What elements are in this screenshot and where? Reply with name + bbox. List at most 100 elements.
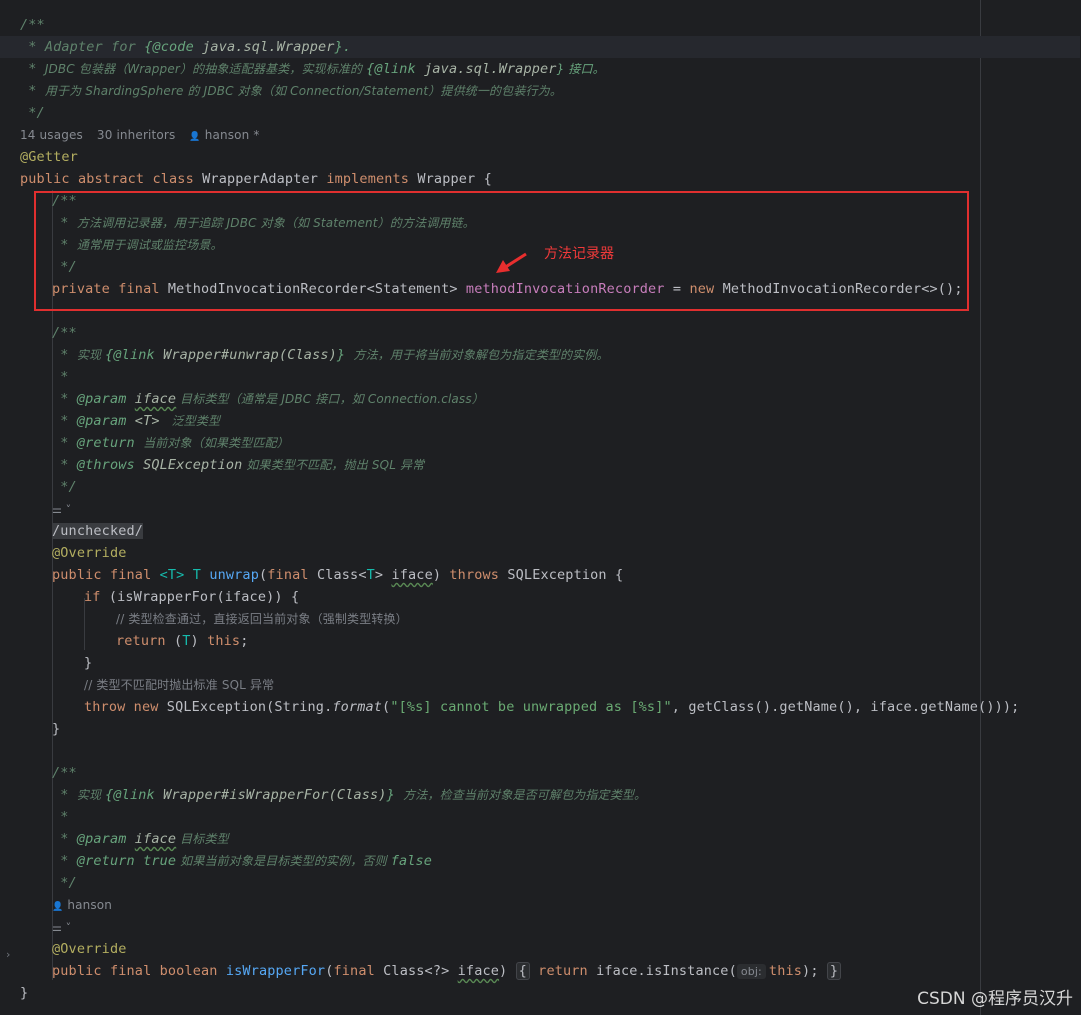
editor-gutter	[0, 0, 17, 1015]
code-line: *	[20, 806, 1080, 828]
code-token: iface.isInstance(	[587, 963, 737, 979]
code-token: */	[52, 875, 77, 891]
code-line: ⚌ ˅	[20, 916, 1080, 938]
code-editor[interactable]: /** * Adapter for {@code java.sql.Wrappe…	[0, 14, 1080, 1004]
code-token: */	[52, 479, 77, 495]
code-token: // 类型不匹配时抛出标准 SQL 异常	[84, 678, 275, 692]
code-token: return	[116, 633, 166, 649]
folded-suppress-warnings[interactable]: /unchecked/	[52, 523, 144, 539]
code-token: /**	[52, 325, 77, 341]
code-line: * JDBC 包装器（Wrapper）的抽象适配器基类，实现标准的 {@link…	[20, 58, 1080, 80]
code-token: Class<?>	[383, 963, 458, 979]
code-token: T	[366, 567, 375, 583]
folded-region-open[interactable]: {	[515, 962, 530, 980]
author-icon: 👤	[52, 902, 64, 912]
code-token: final	[267, 567, 309, 583]
code-token: @Override	[52, 545, 127, 561]
code-line: * @return true 如果当前对象是目标类型的实例，否则 false	[20, 850, 1080, 872]
code-token: *	[52, 853, 77, 869]
code-token: class	[152, 171, 194, 187]
code-token: *	[20, 83, 45, 99]
code-token: iface	[391, 567, 433, 583]
code-token: } 接口。	[556, 62, 605, 76]
code-token: final	[109, 963, 152, 979]
code-token: true	[143, 853, 177, 869]
code-token: *	[52, 787, 77, 803]
code-token: false	[390, 853, 433, 869]
inlay-settings-icon[interactable]: ⚌ ˅	[52, 503, 71, 516]
code-token: /**	[20, 17, 45, 33]
code-token: final	[333, 963, 375, 979]
code-token: {@link	[105, 347, 164, 363]
code-token: <T>	[134, 413, 160, 429]
class-name: WrapperAdapter	[202, 171, 319, 187]
usages-link[interactable]: 14 usages	[20, 128, 83, 142]
code-token: iface	[457, 963, 500, 979]
code-token: 方法，检查当前对象是否可解包为指定类型。	[403, 788, 647, 802]
code-token: )	[190, 633, 208, 649]
code-line: * 用于为 ShardingSphere 的 JDBC 对象（如 Connect…	[20, 80, 1080, 102]
fold-expand-icon[interactable]: ›	[6, 948, 14, 961]
code-token: (isWrapperFor(iface)) {	[100, 589, 300, 605]
code-token: );	[802, 963, 819, 979]
author-link[interactable]: hanson	[67, 898, 112, 912]
code-line: * @param <T> 泛型类型	[20, 410, 1080, 432]
parameter-hint: obj:	[736, 964, 766, 979]
code-token: // 类型检查通过，直接返回当前对象（强制类型转换）	[116, 612, 408, 626]
code-token: (Class)	[278, 347, 337, 363]
code-token: @Override	[52, 941, 127, 957]
code-token: SQLException {	[507, 567, 624, 583]
code-line: * 实现 {@link Wrapper#unwrap(Class)} 方法，用于…	[20, 344, 1080, 366]
code-token: {@code	[144, 39, 203, 55]
code-line: // 类型不匹配时抛出标准 SQL 异常	[20, 674, 1080, 696]
author-link[interactable]: hanson *	[205, 128, 260, 142]
code-line: * 实现 {@link Wrapper#isWrapperFor(Class)}…	[20, 784, 1080, 806]
code-vision-bar: 👤 hanson	[20, 894, 1080, 916]
code-line: ⚌ ˅	[20, 498, 1080, 520]
code-token: /**	[52, 765, 77, 781]
code-token: }	[386, 787, 404, 803]
code-token: 实现	[76, 348, 106, 362]
code-token: format	[332, 699, 383, 715]
code-token: Wrapper	[417, 171, 476, 187]
folded-region-close[interactable]: }	[826, 962, 842, 980]
inlay-settings-icon[interactable]: ⚌ ˅	[52, 921, 71, 934]
code-token: 当前对象（如果类型匹配）	[143, 436, 289, 450]
code-token: implements	[326, 171, 410, 187]
code-token: return	[538, 963, 588, 979]
code-token: new	[133, 699, 159, 715]
code-line: */	[20, 102, 1080, 124]
method-name: unwrap	[209, 567, 259, 583]
code-token: this	[768, 963, 803, 979]
code-vision-bar: 14 usages 30 inheritors 👤 hanson *	[20, 124, 1080, 146]
code-line: }	[20, 652, 1080, 674]
code-line: /**	[20, 14, 1080, 36]
code-token: */	[20, 105, 45, 121]
code-token: public	[52, 567, 102, 583]
code-token: iface	[134, 831, 177, 847]
code-token: abstract	[77, 171, 145, 187]
inheritors-link[interactable]: 30 inheritors	[97, 128, 175, 142]
code-token: *	[52, 457, 77, 473]
watermark: CSDN @程序员汉升	[917, 989, 1073, 1009]
code-token: (Class)	[328, 787, 387, 803]
annotation-arrow-icon	[496, 252, 527, 273]
code-token: {	[483, 171, 492, 187]
code-line: public final <T> T unwrap(final Class<T>…	[20, 564, 1080, 586]
code-line: public abstract class WrapperAdapter imp…	[20, 168, 1080, 190]
code-token: *	[52, 413, 77, 429]
code-token: Wrapper#	[163, 347, 230, 363]
code-token: 泛型类型	[159, 414, 221, 428]
code-token: 实现	[76, 788, 106, 802]
code-token: @return	[76, 435, 144, 451]
code-token: public	[20, 171, 70, 187]
method-name: isWrapperFor	[225, 963, 326, 979]
code-token: T	[192, 567, 202, 583]
code-line: @Override	[20, 542, 1080, 564]
code-token: SQLException	[143, 457, 243, 473]
code-token: *	[52, 809, 69, 825]
code-token: throw	[84, 699, 126, 715]
code-token: "[%s] cannot be unwrapped as [%s]"	[390, 699, 672, 715]
author-icon: 👤	[189, 132, 201, 142]
